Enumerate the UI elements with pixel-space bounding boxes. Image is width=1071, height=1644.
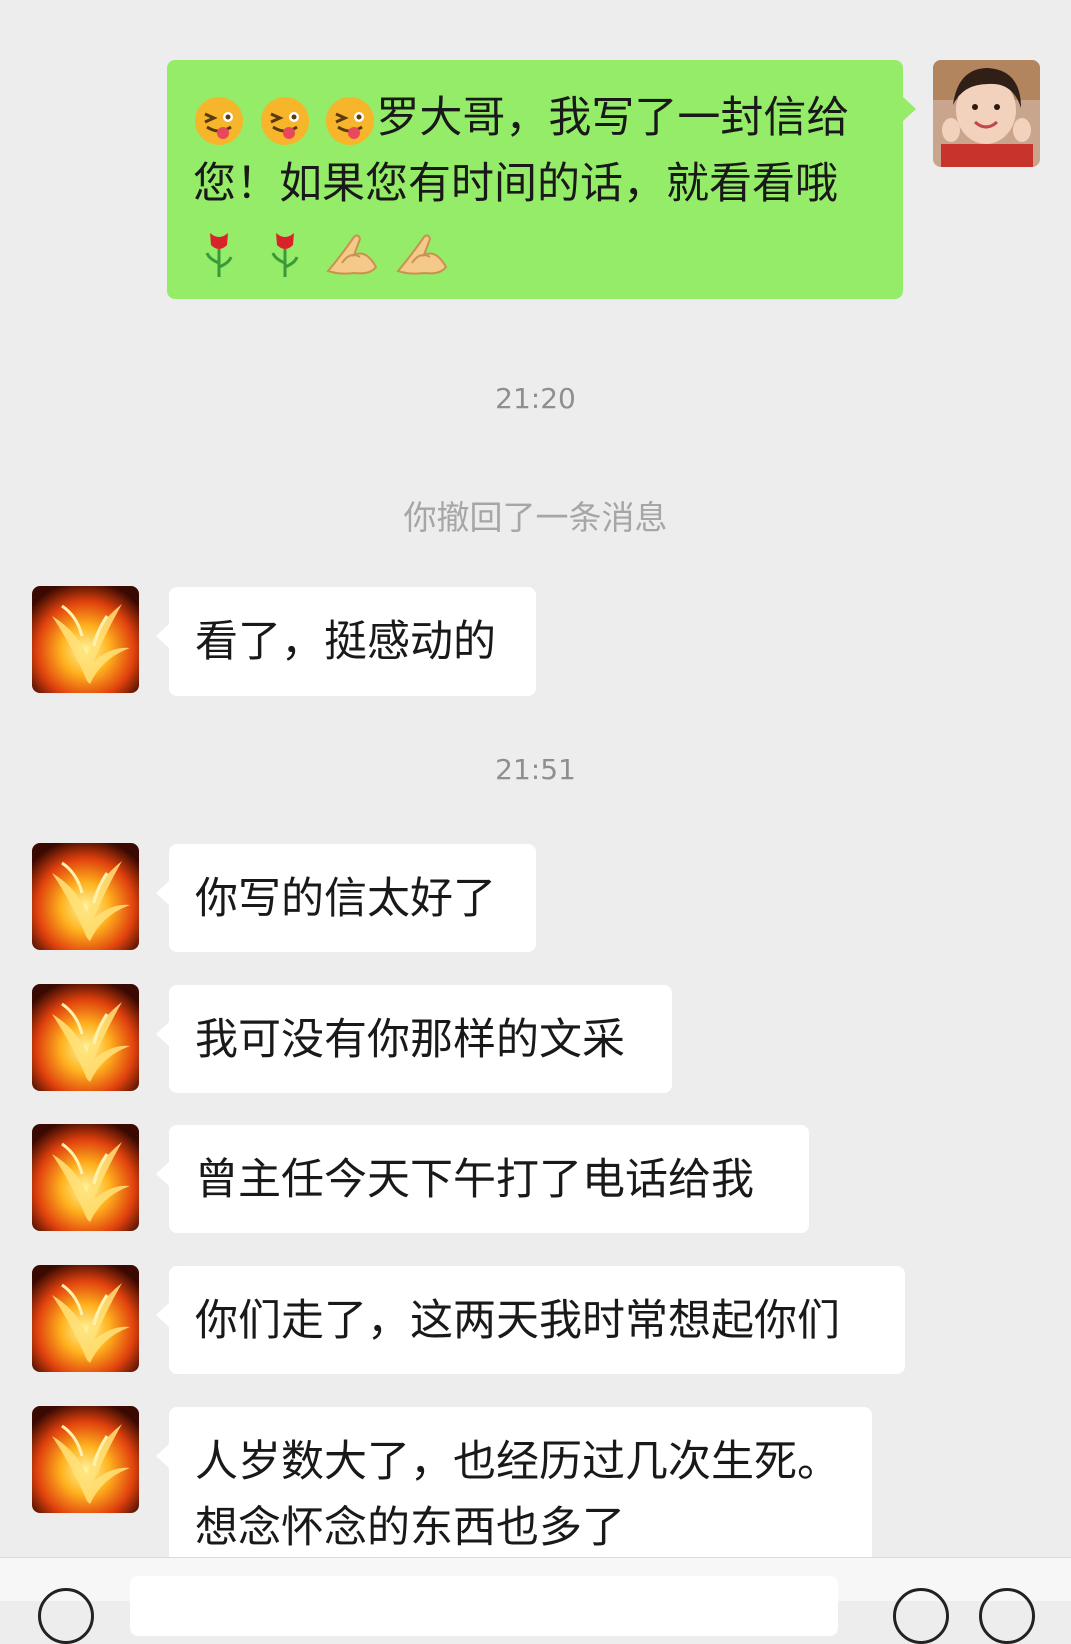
outgoing-line-2: 您！如果您有时间的话，就看看哦 <box>193 159 838 209</box>
incoming-message-bubble[interactable]: 你写的信太好了 <box>156 844 536 952</box>
squinting-tongue-emoji-icon <box>324 95 376 147</box>
phoenix-fire-icon <box>32 1124 139 1231</box>
incoming-message-bubble[interactable]: 曾主任今天下午打了电话给我 <box>156 1125 809 1233</box>
contact-avatar[interactable] <box>32 843 139 950</box>
message-input[interactable] <box>130 1576 838 1636</box>
message-text: 人岁数大了，也经历过几次生死。 <box>195 1437 840 1487</box>
phoenix-fire-icon <box>32 1265 139 1372</box>
rose-emoji-icon <box>193 227 245 279</box>
outgoing-text-1: 罗大哥，我写了一封信给 <box>376 93 850 143</box>
message-text: 看了，挺感动的 <box>195 617 496 667</box>
rose-emoji-icon <box>259 227 311 279</box>
phoenix-fire-icon <box>32 586 139 693</box>
contact-avatar[interactable] <box>32 1265 139 1372</box>
recalled-message-notice: 你撤回了一条消息 <box>403 498 668 537</box>
pinched-fingers-emoji-icon <box>324 227 380 279</box>
woman-photo-icon <box>933 60 1040 167</box>
timestamp: 21:51 <box>495 753 576 786</box>
contact-avatar[interactable] <box>32 1406 139 1513</box>
timestamp: 21:20 <box>495 382 576 415</box>
message-text: 想念怀念的东西也多了 <box>195 1503 625 1553</box>
phoenix-fire-icon <box>32 1406 139 1513</box>
contact-avatar[interactable] <box>32 984 139 1091</box>
contact-avatar[interactable] <box>32 1124 139 1231</box>
squinting-tongue-emoji-icon <box>259 95 311 147</box>
message-text: 你们走了，这两天我时常想起你们 <box>195 1296 840 1346</box>
squinting-tongue-emoji-icon <box>193 95 245 147</box>
pinched-fingers-emoji-icon <box>394 227 450 279</box>
outgoing-line-3 <box>193 217 879 283</box>
incoming-message-bubble[interactable]: 你们走了，这两天我时常想起你们 <box>156 1266 905 1374</box>
outgoing-line-1: 罗大哥，我写了一封信给 <box>193 85 879 151</box>
plus-icon[interactable] <box>979 1588 1035 1644</box>
message-input-bar <box>0 1557 1071 1644</box>
voice-icon[interactable] <box>38 1588 94 1644</box>
incoming-message-bubble[interactable]: 人岁数大了，也经历过几次生死。 想念怀念的东西也多了 <box>156 1407 872 1557</box>
incoming-message-bubble[interactable]: 我可没有你那样的文采 <box>156 985 672 1093</box>
emoji-icon[interactable] <box>893 1588 949 1644</box>
incoming-message-bubble[interactable]: 看了，挺感动的 <box>156 587 536 696</box>
message-text: 我可没有你那样的文采 <box>195 1015 625 1065</box>
contact-avatar[interactable] <box>32 586 139 693</box>
message-text: 你写的信太好了 <box>195 874 496 924</box>
self-avatar[interactable] <box>933 60 1040 167</box>
message-text: 曾主任今天下午打了电话给我 <box>195 1155 754 1205</box>
chat-area[interactable]: 罗大哥，我写了一封信给 您！如果您有时间的话，就看看哦 21:20 你撤回了一条… <box>0 0 1071 1557</box>
outgoing-message-bubble[interactable]: 罗大哥，我写了一封信给 您！如果您有时间的话，就看看哦 <box>167 60 916 299</box>
phoenix-fire-icon <box>32 843 139 950</box>
phoenix-fire-icon <box>32 984 139 1091</box>
